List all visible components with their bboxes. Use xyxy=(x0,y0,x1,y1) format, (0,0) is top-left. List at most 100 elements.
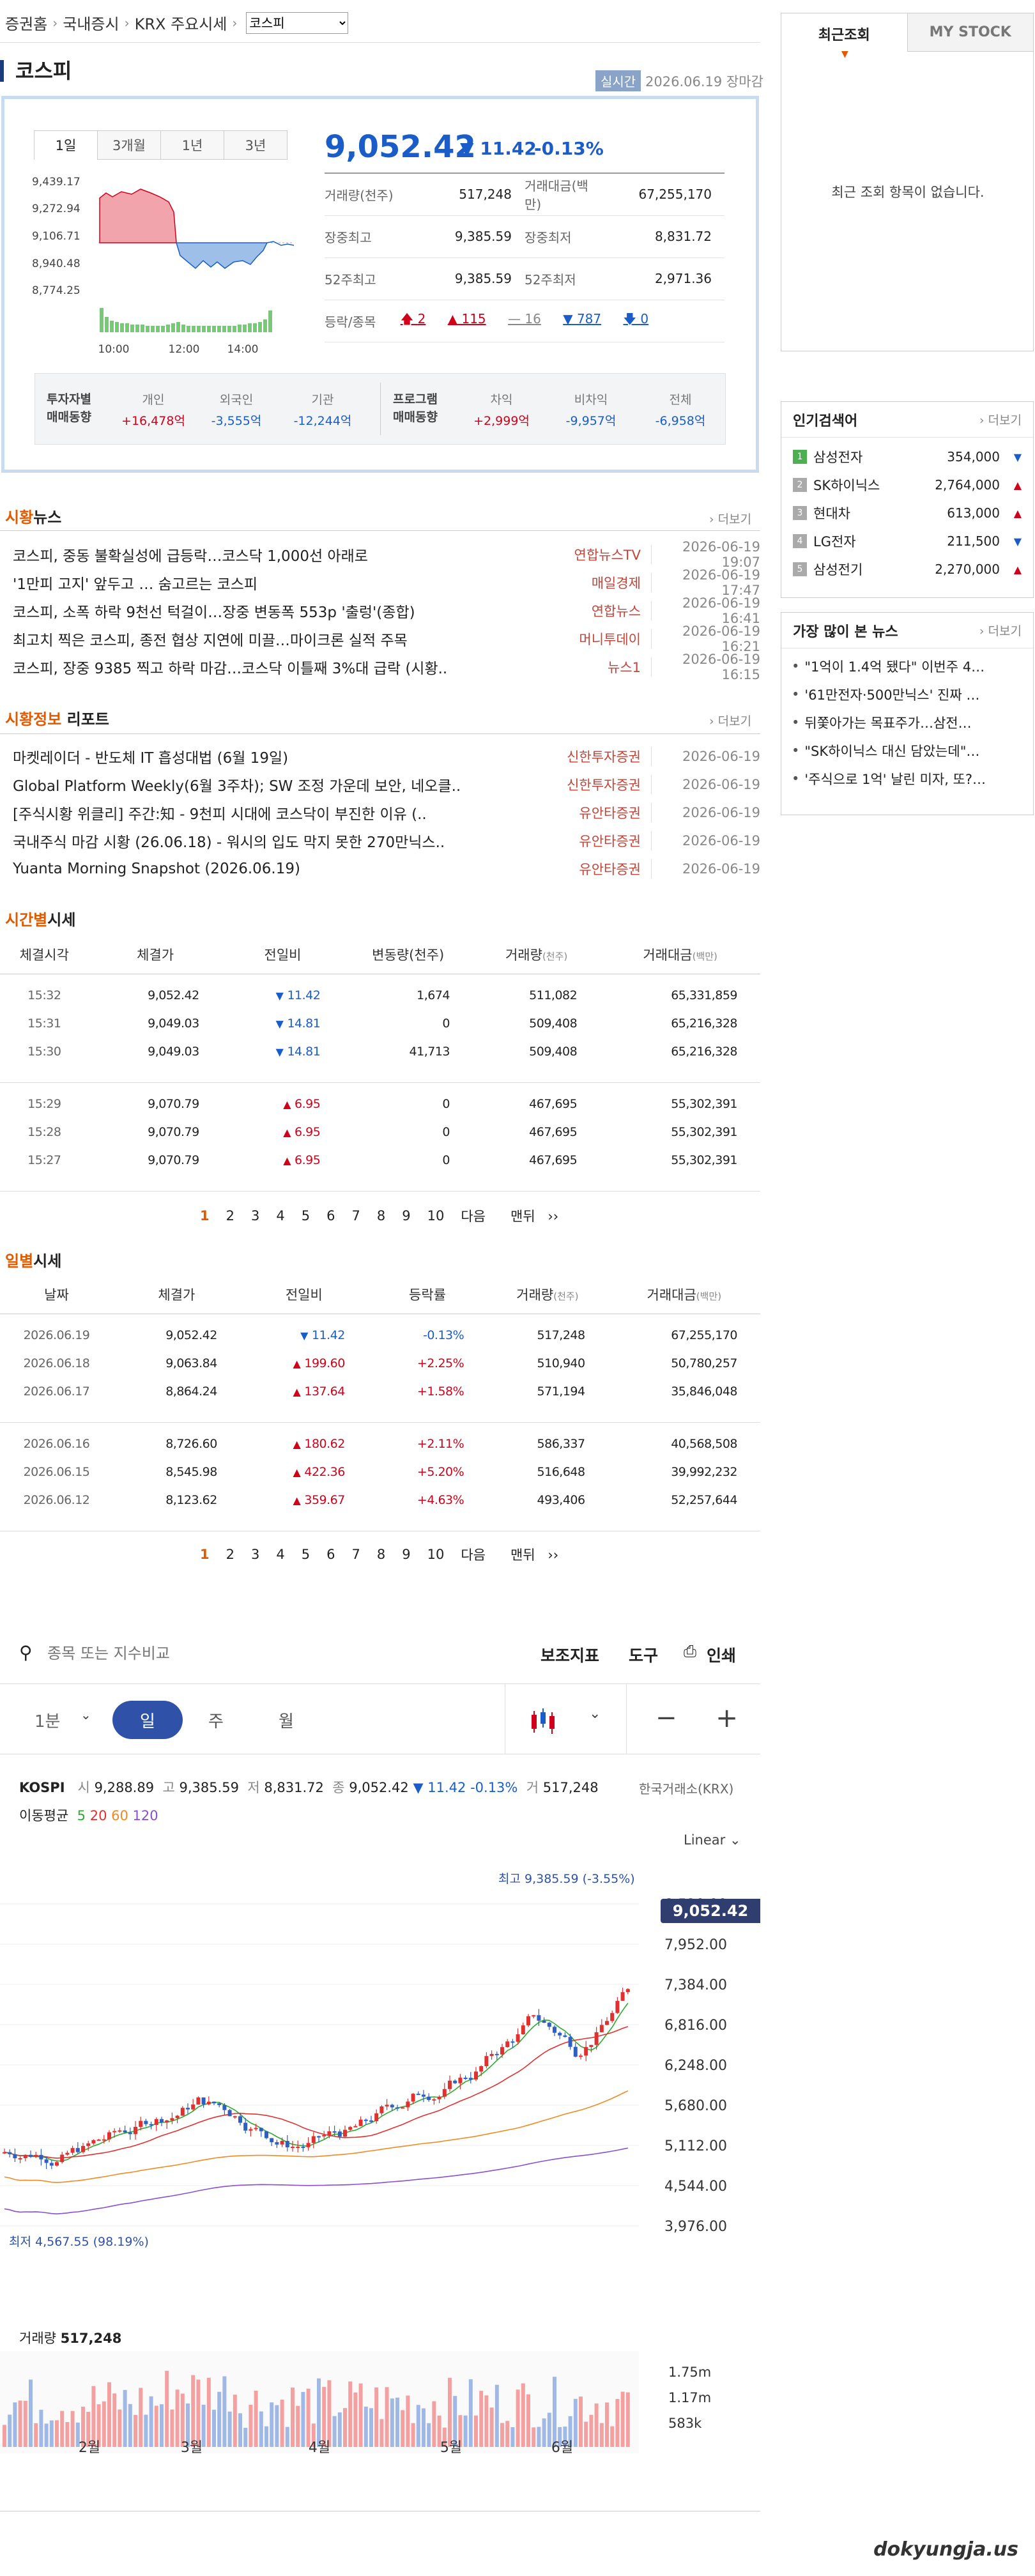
zoom-in-icon[interactable]: + xyxy=(716,1702,738,1733)
list-item[interactable]: 국내주식 마감 시황 (26.06.18) - 워시의 입도 막지 못한 270… xyxy=(13,827,760,855)
compare-search-input[interactable] xyxy=(47,1639,367,1667)
list-item[interactable]: [주식시황 위클리] 주간:知 - 9천피 시대에 코스닥이 부진한 이유 (.… xyxy=(13,799,760,827)
zoom-out-icon[interactable]: − xyxy=(656,1703,677,1733)
page-link[interactable]: 4 xyxy=(276,1547,284,1562)
stock-name[interactable]: SK하이닉스 xyxy=(813,475,923,494)
news-title[interactable]: 코스피, 중동 불확실성에 급등락…코스닥 1,000선 아래로 xyxy=(13,544,556,565)
search-icon[interactable]: ⚲ xyxy=(19,1642,33,1663)
stock-name[interactable]: LG전자 xyxy=(813,532,923,551)
news-title[interactable]: 최고치 찍은 코스피, 종전 협상 지연에 미끌…마이크론 실적 주목 xyxy=(13,628,556,650)
page-link[interactable]: 1 xyxy=(200,1547,210,1562)
page-link[interactable]: 10 xyxy=(427,1208,445,1223)
tab-day[interactable]: 일 xyxy=(112,1701,183,1739)
list-item[interactable]: 코스피, 중동 불확실성에 급등락…코스닥 1,000선 아래로 연합뉴스TV 20… xyxy=(13,539,760,570)
popular-item[interactable]: 1 삼성전자 354,000 ▼ xyxy=(781,443,1033,471)
candle-body xyxy=(579,2055,583,2057)
same-count[interactable]: — 16 xyxy=(508,311,541,326)
tab-week[interactable]: 주 xyxy=(208,1708,224,1732)
up-count[interactable]: ▲ 115 xyxy=(448,311,486,326)
print-icon[interactable]: ⎙ xyxy=(684,1642,696,1661)
list-item[interactable]: 마켓레이더 - 반도체 IT 흡성대법 (6월 19일) 신한투자증권 2026-0… xyxy=(13,742,760,770)
index-select[interactable]: 코스피 xyxy=(246,12,349,34)
stock-name[interactable]: 현대차 xyxy=(813,503,923,523)
page-link[interactable]: 9 xyxy=(402,1547,410,1562)
stock-name[interactable]: 삼성전기 xyxy=(813,560,923,579)
popular-more-link[interactable]: 더보기 xyxy=(979,411,1022,428)
page-link[interactable]: 8 xyxy=(377,1547,385,1562)
tab-recent[interactable]: 최근조회 xyxy=(781,13,907,52)
popular-item[interactable]: 3 현대차 613,000 ▲ xyxy=(781,499,1033,527)
page-link[interactable]: 2 xyxy=(226,1547,234,1562)
tab-1year[interactable]: 1년 xyxy=(160,130,224,160)
print-button[interactable]: 인쇄 xyxy=(707,1643,736,1666)
mini-y-tick: 9,272.94 xyxy=(32,203,80,215)
indicator-button[interactable]: 보조지표 xyxy=(540,1643,599,1666)
page-link[interactable]: 2 xyxy=(226,1208,234,1223)
page-link[interactable]: 8 xyxy=(377,1208,385,1223)
news-date: 2026-06-19 xyxy=(682,805,760,820)
candlestick-type-icon[interactable] xyxy=(529,1707,561,1735)
popular-item[interactable]: 5 삼성전기 2,270,000 ▲ xyxy=(781,555,1033,583)
list-item[interactable]: Yuanta Morning Snapshot (2026.06.19) 유안타증… xyxy=(13,855,760,883)
list-item[interactable]: 최고치 찍은 코스피, 종전 협상 지연에 미끌…마이크론 실적 주목 머니투데이… xyxy=(13,624,760,654)
market-report-more-link[interactable]: 더보기 xyxy=(709,712,751,729)
tab-3year[interactable]: 3년 xyxy=(224,130,288,160)
news-item[interactable]: "SK하이닉스 대신 담았는데"… xyxy=(781,737,1033,765)
news-title[interactable]: 국내주식 마감 시황 (26.06.18) - 워시의 입도 막지 못한 270… xyxy=(13,830,556,852)
chevron-down-icon[interactable]: ⌄ xyxy=(589,1706,601,1722)
news-item[interactable]: '주식으로 1억' 날린 미자, 또?… xyxy=(781,765,1033,793)
interval-select[interactable]: 1분 xyxy=(34,1708,60,1732)
most-viewed-more-link[interactable]: 더보기 xyxy=(979,622,1022,639)
page-link[interactable]: 9 xyxy=(402,1208,410,1223)
tools-button[interactable]: 도구 xyxy=(629,1643,658,1666)
news-item[interactable]: "1억이 1.4억 됐다" 이번주 4… xyxy=(781,652,1033,680)
popular-item[interactable]: 4 LG전자 211,500 ▼ xyxy=(781,527,1033,555)
list-item[interactable]: '1만피 고지' 앞두고 … 숨고르는 코스피 매일경제 2026-06-19 17… xyxy=(13,567,760,598)
market-news-more-link[interactable]: 더보기 xyxy=(709,510,751,527)
lower-limit-count[interactable]: 🡇 0 xyxy=(624,311,649,326)
chevron-down-icon[interactable]: ⌄ xyxy=(80,1707,91,1722)
crumb-krx[interactable]: KRX 주요시세 xyxy=(135,12,227,34)
page-link[interactable]: 3 xyxy=(251,1208,259,1223)
candlestick-chart[interactable]: 8,520.007,952.007,384.006,816.006,248.00… xyxy=(0,1751,760,2453)
list-item[interactable]: Global Platform Weekly(6월 3주차); SW 조정 가운… xyxy=(13,770,760,799)
popular-item[interactable]: 2 SK하이닉스 2,764,000 ▲ xyxy=(781,471,1033,499)
crumb-domestic[interactable]: 국내증시 xyxy=(63,12,119,34)
page-link[interactable]: 5 xyxy=(302,1208,310,1223)
last-page-link[interactable]: 맨뒤 ›› xyxy=(502,1206,558,1225)
page-link[interactable]: 5 xyxy=(302,1547,310,1562)
candle-body xyxy=(605,2021,609,2025)
tab-3month[interactable]: 3개월 xyxy=(97,130,161,160)
upper-limit-count[interactable]: 🡅 2 xyxy=(401,311,426,326)
page-link[interactable]: 7 xyxy=(352,1208,360,1223)
candle-body xyxy=(222,2104,227,2110)
tab-my-stock[interactable]: MY STOCK xyxy=(907,13,1033,52)
news-title[interactable]: '1만피 고지' 앞두고 … 숨고르는 코스피 xyxy=(13,572,556,594)
page-link[interactable]: 4 xyxy=(276,1208,284,1223)
list-item[interactable]: 코스피, 소폭 하락 9천선 턱걸이…장중 변동폭 553p '출렁'(종합) 연… xyxy=(13,595,760,626)
down-count[interactable]: ▼ 787 xyxy=(563,311,601,326)
tab-1day[interactable]: 1일 xyxy=(34,130,98,160)
list-item[interactable]: 코스피, 장중 9385 찍고 하락 마감…코스닥 이틀째 3%대 급락 (시황… xyxy=(13,652,760,682)
crumb-home[interactable]: 증권홈 xyxy=(5,12,47,34)
news-title[interactable]: 코스피, 소폭 하락 9천선 턱걸이…장중 변동폭 553p '출렁'(종합) xyxy=(13,600,556,622)
page-link[interactable]: 1 xyxy=(200,1208,210,1223)
news-title[interactable]: Global Platform Weekly(6월 3주차); SW 조정 가운… xyxy=(13,774,556,795)
news-title[interactable]: [주식시황 위클리] 주간:知 - 9천피 시대에 코스닥이 부진한 이유 (.… xyxy=(13,802,556,824)
page-link[interactable]: 3 xyxy=(251,1547,259,1562)
page-link[interactable]: 6 xyxy=(326,1208,335,1223)
next-page-link[interactable]: 다음 xyxy=(461,1545,486,1564)
table-cell: 0 xyxy=(442,1016,450,1031)
news-title[interactable]: 코스피, 장중 9385 찍고 하락 마감…코스닥 이틀째 3%대 급락 (시황… xyxy=(13,656,556,678)
page-link[interactable]: 7 xyxy=(352,1547,360,1562)
news-item[interactable]: 뒤쫓아가는 목표주가…삼전… xyxy=(781,709,1033,737)
page-link[interactable]: 6 xyxy=(326,1547,335,1562)
next-page-link[interactable]: 다음 xyxy=(461,1206,486,1225)
stock-name[interactable]: 삼성전자 xyxy=(813,447,923,466)
last-page-link[interactable]: 맨뒤 ›› xyxy=(502,1545,558,1564)
news-title[interactable]: 마켓레이더 - 반도체 IT 흡성대법 (6월 19일) xyxy=(13,746,556,767)
news-title[interactable]: Yuanta Morning Snapshot (2026.06.19) xyxy=(13,861,556,877)
page-link[interactable]: 10 xyxy=(427,1547,445,1562)
tab-month[interactable]: 월 xyxy=(279,1708,294,1732)
news-item[interactable]: '61만전자·500만닉스' 진짜 … xyxy=(781,680,1033,709)
